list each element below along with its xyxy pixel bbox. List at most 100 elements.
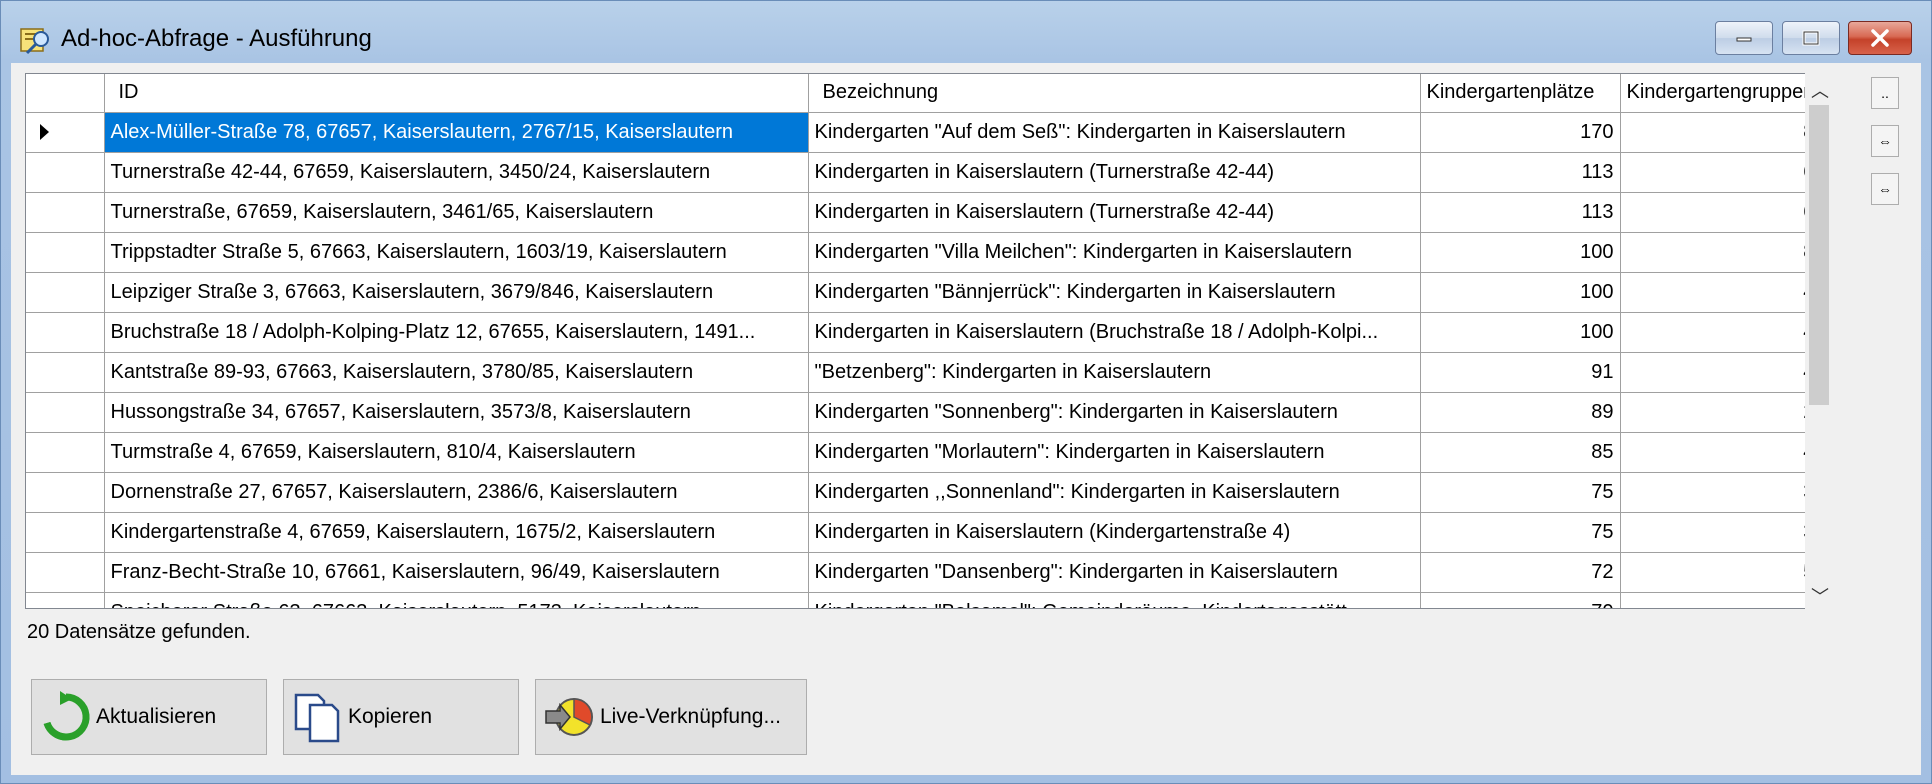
cell-id[interactable]: Franz-Becht-Straße 10, 67661, Kaiserslau… (104, 552, 809, 593)
row-header[interactable] (26, 392, 105, 433)
cell-kindergartengruppen[interactable]: 6 (1620, 192, 1822, 233)
row-header[interactable] (26, 152, 105, 193)
table-row[interactable]: Speicherer Straße 63, 67663, Kaiserslaut… (26, 592, 1822, 608)
table-row[interactable]: Hussongstraße 34, 67657, Kaiserslautern,… (26, 392, 1822, 433)
column-header-id[interactable]: ID (104, 74, 809, 113)
table-row[interactable]: Kantstraße 89-93, 67663, Kaiserslautern,… (26, 352, 1822, 393)
cell-bezeichnung[interactable]: Kindergarten in Kaiserslautern (Kinderga… (808, 512, 1421, 553)
cell-bezeichnung[interactable]: Kindergarten in Kaiserslautern (Bruchstr… (808, 312, 1421, 353)
row-header[interactable] (26, 472, 105, 513)
table-row[interactable]: Dornenstraße 27, 67657, Kaiserslautern, … (26, 472, 1822, 513)
cell-bezeichnung[interactable]: Kindergarten in Kaiserslautern (Turnerst… (808, 192, 1421, 233)
table-row[interactable]: Franz-Becht-Straße 10, 67661, Kaiserslau… (26, 552, 1822, 593)
cell-bezeichnung[interactable]: Kindergarten ,,Sonnenland": Kindergarten… (808, 472, 1421, 513)
cell-kindergartengruppen[interactable]: 5 (1620, 552, 1822, 593)
maximize-button[interactable] (1782, 21, 1840, 55)
live-link-label: Live-Verknüpfung... (600, 705, 781, 728)
cell-kindergartenplaetze[interactable]: 100 (1420, 272, 1621, 313)
cell-bezeichnung[interactable]: Kindergarten "Morlautern": Kindergarten … (808, 432, 1421, 473)
cell-kindergartengruppen[interactable]: 4 (1620, 592, 1822, 608)
cell-kindergartenplaetze[interactable]: 85 (1420, 432, 1621, 473)
cell-kindergartengruppen[interactable]: 4 (1620, 272, 1822, 313)
row-header[interactable] (26, 112, 105, 153)
cell-kindergartenplaetze[interactable]: 75 (1420, 512, 1621, 553)
table-row[interactable]: Alex-Müller-Straße 78, 67657, Kaiserslau… (26, 112, 1822, 153)
table-row[interactable]: Turnerstraße, 67659, Kaiserslautern, 346… (26, 192, 1822, 233)
row-header[interactable] (26, 552, 105, 593)
cell-kindergartenplaetze[interactable]: 89 (1420, 392, 1621, 433)
table-row[interactable]: Leipziger Straße 3, 67663, Kaiserslauter… (26, 272, 1822, 313)
cell-id[interactable]: Kindergartenstraße 4, 67659, Kaiserslaut… (104, 512, 809, 553)
cell-kindergartengruppen[interactable]: 2 (1620, 392, 1822, 433)
cell-kindergartenplaetze[interactable]: 100 (1420, 232, 1621, 273)
table-row[interactable]: Turnerstraße 42-44, 67659, Kaiserslauter… (26, 152, 1822, 193)
live-link-button[interactable]: Live-Verknüpfung... (535, 679, 807, 755)
row-header[interactable] (26, 232, 105, 273)
cell-bezeichnung[interactable]: Kindergarten "Auf dem Seß": Kindergarten… (808, 112, 1421, 153)
scroll-up-icon[interactable]: ︿ (1811, 77, 1829, 103)
refresh-button[interactable]: Aktualisieren (31, 679, 267, 755)
cell-id[interactable]: Leipziger Straße 3, 67663, Kaiserslauter… (104, 272, 809, 313)
side-expand-columns-button[interactable]: ⇔ (1871, 173, 1899, 205)
row-header-corner (26, 74, 105, 113)
cell-kindergartengruppen[interactable]: 4 (1620, 432, 1822, 473)
column-header-kindergartenplaetze[interactable]: Kindergartenplätze (1420, 74, 1621, 113)
cell-kindergartenplaetze[interactable]: 91 (1420, 352, 1621, 393)
table-row[interactable]: Kindergartenstraße 4, 67659, Kaiserslaut… (26, 512, 1822, 553)
vertical-scrollbar[interactable]: ︿ ﹀ (1805, 73, 1831, 609)
cell-bezeichnung[interactable]: Kindergarten in Kaiserslautern (Turnerst… (808, 152, 1421, 193)
row-header[interactable] (26, 312, 105, 353)
cell-kindergartengruppen[interactable]: 8 (1620, 232, 1822, 273)
cell-id[interactable]: Dornenstraße 27, 67657, Kaiserslautern, … (104, 472, 809, 513)
cell-kindergartenplaetze[interactable]: 113 (1420, 192, 1621, 233)
cell-id[interactable]: Bruchstraße 18 / Adolph-Kolping-Platz 12… (104, 312, 809, 353)
cell-id[interactable]: Hussongstraße 34, 67657, Kaiserslautern,… (104, 392, 809, 433)
cell-kindergartenplaetze[interactable]: 170 (1420, 112, 1621, 153)
cell-kindergartengruppen[interactable]: 3 (1620, 472, 1822, 513)
cell-bezeichnung[interactable]: Kindergarten "Dansenberg": Kindergarten … (808, 552, 1421, 593)
row-header[interactable] (26, 352, 105, 393)
cell-id[interactable]: Turnerstraße 42-44, 67659, Kaiserslauter… (104, 152, 809, 193)
cell-id[interactable]: Trippstadter Straße 5, 67663, Kaiserslau… (104, 232, 809, 273)
cell-id[interactable]: Speicherer Straße 63, 67663, Kaiserslaut… (104, 592, 809, 608)
cell-id[interactable]: Turnerstraße, 67659, Kaiserslautern, 346… (104, 192, 809, 233)
results-grid[interactable]: ID Bezeichnung Kindergartenplätze Kinder… (25, 73, 1825, 609)
cell-kindergartenplaetze[interactable]: 70 (1420, 592, 1621, 608)
minimize-button[interactable] (1715, 21, 1773, 55)
title-bar[interactable]: Ad-hoc-Abfrage - Ausführung (1, 1, 1931, 63)
cell-kindergartenplaetze[interactable]: 75 (1420, 472, 1621, 513)
cell-bezeichnung[interactable]: Kindergarten "Bännjerrück": Kindergarten… (808, 272, 1421, 313)
side-options-button[interactable]: .. (1871, 77, 1899, 109)
cell-id[interactable]: Turmstraße 4, 67659, Kaiserslautern, 810… (104, 432, 809, 473)
row-header[interactable] (26, 192, 105, 233)
cell-kindergartenplaetze[interactable]: 100 (1420, 312, 1621, 353)
table-row[interactable]: Turmstraße 4, 67659, Kaiserslautern, 810… (26, 432, 1822, 473)
cell-id[interactable]: Alex-Müller-Straße 78, 67657, Kaiserslau… (104, 112, 809, 153)
row-header[interactable] (26, 272, 105, 313)
cell-kindergartengruppen[interactable]: 4 (1620, 312, 1822, 353)
refresh-icon (43, 691, 90, 741)
cell-bezeichnung[interactable]: Kindergarten "Sonnenberg": Kindergarten … (808, 392, 1421, 433)
cell-kindergartengruppen[interactable]: 4 (1620, 352, 1822, 393)
cell-bezeichnung[interactable]: Kindergarten "Villa Meilchen": Kindergar… (808, 232, 1421, 273)
column-header-kindergartengruppen[interactable]: Kindergartengruppen (1620, 74, 1822, 113)
cell-kindergartengruppen[interactable]: 3 (1620, 512, 1822, 553)
cell-kindergartengruppen[interactable]: 6 (1620, 152, 1822, 193)
close-button[interactable] (1848, 21, 1912, 55)
copy-button[interactable]: Kopieren (283, 679, 519, 755)
cell-kindergartenplaetze[interactable]: 72 (1420, 552, 1621, 593)
cell-id[interactable]: Kantstraße 89-93, 67663, Kaiserslautern,… (104, 352, 809, 393)
row-header[interactable] (26, 432, 105, 473)
scrollbar-thumb[interactable] (1809, 105, 1829, 405)
cell-kindergartengruppen[interactable]: 8 (1620, 112, 1822, 153)
row-header[interactable] (26, 592, 105, 608)
row-header[interactable] (26, 512, 105, 553)
column-header-bezeichnung[interactable]: Bezeichnung (808, 74, 1421, 113)
cell-kindergartenplaetze[interactable]: 113 (1420, 152, 1621, 193)
table-row[interactable]: Bruchstraße 18 / Adolph-Kolping-Platz 12… (26, 312, 1822, 353)
side-fit-columns-button[interactable]: ⇔ (1871, 125, 1899, 157)
cell-bezeichnung[interactable]: Kindergarten "Balsamol": Gemeinderäume, … (808, 592, 1421, 608)
table-row[interactable]: Trippstadter Straße 5, 67663, Kaiserslau… (26, 232, 1822, 273)
cell-bezeichnung[interactable]: "Betzenberg": Kindergarten in Kaiserslau… (808, 352, 1421, 393)
scroll-down-icon[interactable]: ﹀ (1811, 583, 1829, 609)
